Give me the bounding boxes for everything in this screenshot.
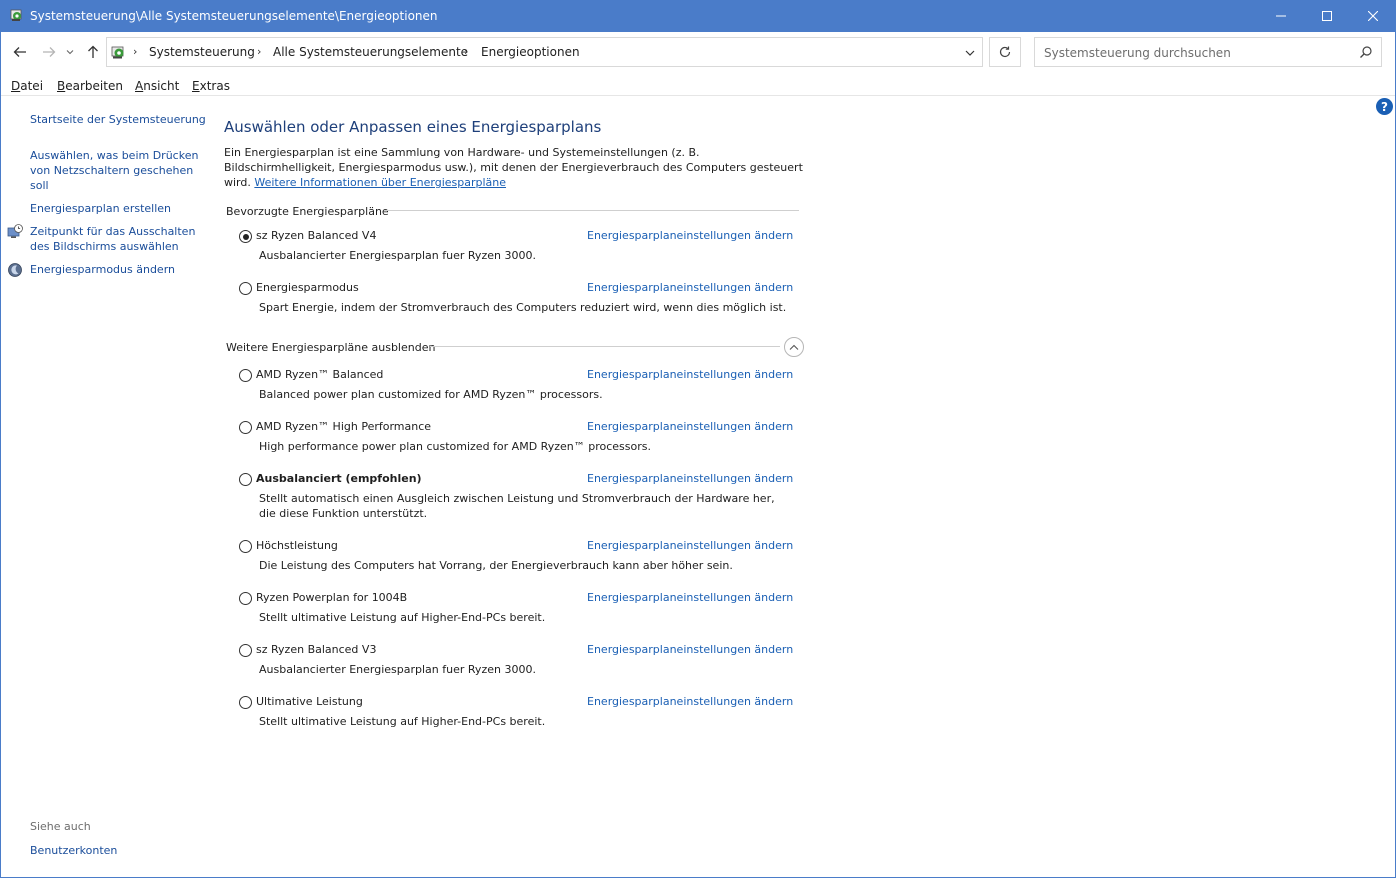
chevron-right-icon: › (133, 45, 138, 58)
change-plan-settings-link[interactable]: Energiesparplaneinstellungen ändern (587, 281, 793, 294)
more-info-link[interactable]: Weitere Informationen über Energiesparpl… (254, 176, 506, 189)
more-plans-header[interactable]: Weitere Energiesparpläne ausblenden (226, 341, 435, 354)
preferred-plans-header: Bevorzugte Energiesparpläne (226, 205, 389, 218)
plan-name[interactable]: Ultimative Leistung (256, 695, 363, 708)
sidebar-link-plan-erstellen[interactable]: Energiesparplan erstellen (30, 201, 210, 216)
plan-description: Ausbalancierter Energiesparplan fuer Ryz… (259, 249, 536, 262)
search-input[interactable] (1044, 44, 1344, 62)
plan-name[interactable]: sz Ryzen Balanced V3 (256, 643, 376, 656)
plan-description: Die Leistung des Computers hat Vorrang, … (259, 559, 733, 572)
change-plan-settings-link[interactable]: Energiesparplaneinstellungen ändern (587, 539, 793, 552)
menu-ansicht[interactable]: Ansicht (135, 79, 179, 93)
change-plan-settings-link[interactable]: Energiesparplaneinstellungen ändern (587, 420, 793, 433)
change-plan-settings-link[interactable]: Energiesparplaneinstellungen ändern (587, 229, 793, 242)
back-button[interactable] (10, 42, 30, 62)
chevron-down-icon (66, 50, 74, 55)
plan-radio[interactable] (239, 369, 252, 382)
chevron-right-icon[interactable]: › (257, 45, 261, 58)
plan-radio[interactable] (239, 592, 252, 605)
plan-name[interactable]: Ausbalanciert (empfohlen) (256, 472, 422, 485)
recent-locations-button[interactable] (63, 42, 77, 62)
plan-name[interactable]: Energiesparmodus (256, 281, 359, 294)
arrow-up-icon (88, 45, 98, 58)
up-button[interactable] (83, 42, 103, 62)
breadcrumb-systemsteuerung[interactable]: Systemsteuerung (149, 45, 255, 59)
chevron-right-icon[interactable]: › (464, 45, 468, 58)
refresh-button[interactable] (989, 37, 1021, 67)
change-plan-settings-link[interactable]: Energiesparplaneinstellungen ändern (587, 368, 793, 381)
window-title: Systemsteuerung\Alle Systemsteuerungsele… (30, 9, 438, 23)
plan-description: Balanced power plan customized for AMD R… (259, 388, 603, 401)
user-accounts-link[interactable]: Benutzerkonten (30, 843, 117, 858)
plan-description: Stellt ultimative Leistung auf Higher-En… (259, 715, 546, 728)
plan-radio[interactable] (239, 696, 252, 709)
plan-name[interactable]: Höchstleistung (256, 539, 338, 552)
maximize-button[interactable] (1304, 0, 1350, 32)
change-plan-settings-link[interactable]: Energiesparplaneinstellungen ändern (587, 695, 793, 708)
plan-name[interactable]: AMD Ryzen™ Balanced (256, 368, 383, 381)
plan-radio[interactable] (239, 644, 252, 657)
change-plan-settings-link[interactable]: Energiesparplaneinstellungen ändern (587, 643, 793, 656)
minimize-button[interactable] (1258, 0, 1304, 32)
divider (430, 346, 780, 347)
plan-description: Stellt automatisch einen Ausgleich zwisc… (259, 492, 775, 520)
menu-extras[interactable]: Extras (192, 79, 230, 93)
plan-name[interactable]: AMD Ryzen™ High Performance (256, 420, 431, 433)
plan-description: Ausbalancierter Energiesparplan fuer Ryz… (259, 663, 536, 676)
sidebar-link-energiesparmodus[interactable]: Energiesparmodus ändern (30, 262, 210, 277)
intro-text: Ein Energiesparplan ist eine Sammlung vo… (224, 146, 803, 189)
arrow-left-icon (13, 47, 26, 57)
moon-icon (8, 263, 22, 277)
menu-bearbeiten[interactable]: Bearbeiten (57, 79, 123, 93)
plan-description: Spart Energie, indem der Stromverbrauch … (259, 301, 787, 314)
divider (384, 210, 799, 211)
plan-name[interactable]: sz Ryzen Balanced V4 (256, 229, 376, 242)
menu-bar: Datei Bearbeiten Ansicht Extras (1, 74, 1395, 96)
breadcrumb-alle-elemente[interactable]: Alle Systemsteuerungselemente (273, 45, 468, 59)
clock-monitor-icon (7, 224, 23, 238)
control-panel-icon (10, 9, 22, 21)
help-icon[interactable]: ? (1376, 98, 1393, 115)
see-also-label: Siehe auch (30, 820, 91, 833)
minimize-icon (1276, 15, 1286, 17)
sidebar-home-link[interactable]: Startseite der Systemsteuerung (30, 112, 210, 127)
collapse-button[interactable] (784, 337, 804, 357)
change-plan-settings-link[interactable]: Energiesparplaneinstellungen ändern (587, 591, 793, 604)
sidebar-link-netzschalter[interactable]: Auswählen, was beim Drücken von Netzscha… (30, 148, 200, 193)
plan-radio[interactable] (239, 230, 252, 243)
close-icon (1368, 11, 1378, 21)
plan-radio[interactable] (239, 473, 252, 486)
change-plan-settings-link[interactable]: Energiesparplaneinstellungen ändern (587, 472, 793, 485)
search-icon[interactable] (1359, 45, 1373, 59)
maximize-icon (1322, 11, 1332, 21)
plan-radio[interactable] (239, 540, 252, 553)
menu-datei[interactable]: Datei (11, 79, 43, 93)
control-panel-icon (111, 46, 124, 59)
search-box[interactable] (1034, 37, 1382, 67)
chevron-down-icon (965, 50, 975, 56)
close-button[interactable] (1350, 0, 1396, 32)
title-bar: Systemsteuerung\Alle Systemsteuerungsele… (0, 0, 1396, 32)
plan-name[interactable]: Ryzen Powerplan for 1004B (256, 591, 407, 604)
arrow-right-icon (43, 47, 56, 57)
address-dropdown-button[interactable] (962, 45, 978, 61)
chevron-up-icon (789, 344, 799, 350)
plan-description: High performance power plan customized f… (259, 440, 651, 453)
breadcrumb-energieoptionen[interactable]: Energieoptionen (481, 45, 580, 59)
forward-button[interactable] (39, 42, 59, 62)
plan-description: Stellt ultimative Leistung auf Higher-En… (259, 611, 546, 624)
plan-radio[interactable] (239, 421, 252, 434)
refresh-icon (999, 46, 1011, 58)
plan-radio[interactable] (239, 282, 252, 295)
sidebar-link-bildschirm[interactable]: Zeitpunkt für das Ausschalten des Bildsc… (30, 224, 200, 254)
address-bar[interactable]: › Systemsteuerung › Alle Systemsteuerung… (106, 37, 983, 67)
page-title: Auswählen oder Anpassen eines Energiespa… (224, 118, 602, 136)
